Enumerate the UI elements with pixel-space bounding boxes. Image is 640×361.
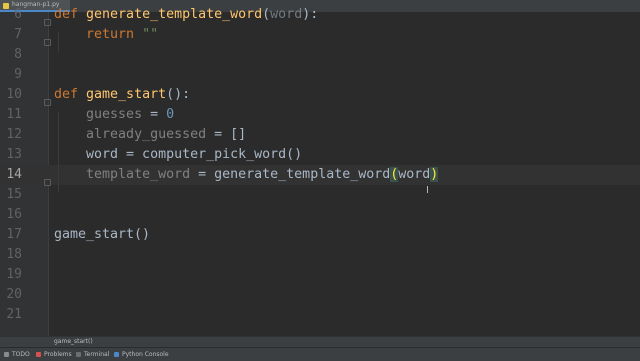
code-text: guesses = 0 [54,105,174,125]
line-number: 10 [6,87,22,102]
code-token: ): [302,7,319,22]
code-line[interactable]: 16 [0,205,640,225]
code-token: word = computer_pick_word() [54,147,303,162]
fold-marker-icon[interactable] [44,19,51,26]
code-line[interactable]: 13 word = computer_pick_word() [0,145,640,165]
line-number: 17 [6,227,22,242]
code-line[interactable]: 11 guesses = 0 [0,105,640,125]
breadcrumb-item[interactable]: game_start() [54,337,93,347]
line-number: 14 [6,167,22,182]
text-cursor-icon: I [426,185,429,196]
fold-marker-icon[interactable] [44,179,51,186]
tool-window-bar: TODO Problems Terminal Python Console [0,347,640,361]
code-line[interactable]: 15 [0,185,640,205]
code-line[interactable]: 9 [0,65,640,85]
code-token: = [] [206,127,247,142]
code-text: return "" [54,25,158,45]
code-line[interactable]: 20 [0,285,640,305]
todo-tool-button[interactable]: TODO [4,348,30,361]
code-line[interactable]: 12 already_guessed = [] [0,125,640,145]
line-number: 12 [6,127,22,142]
line-number: 13 [6,147,22,162]
code-editor[interactable]: 6 def generate_template_word(word): 7 retu… [0,7,640,336]
indent-guide [58,32,59,52]
code-token: "" [142,27,159,42]
code-line[interactable]: 8 [0,45,640,65]
code-token: = generate_template_word [190,167,391,182]
code-token: generate_template_word [86,7,263,22]
code-token: template_word [86,167,191,182]
code-token: = [142,107,167,122]
code-line[interactable]: 14 template_word = generate_template_wor… [0,165,640,185]
code-line[interactable]: 6 def generate_template_word(word): [0,5,640,25]
python-icon [114,352,119,357]
code-token: game_start [86,87,167,102]
code-line[interactable]: 18 [0,245,640,265]
code-token: ( [262,7,271,22]
line-number: 18 [6,247,22,262]
code-token: word [398,167,431,182]
code-text: def generate_template_word(word): [54,5,318,25]
code-line[interactable]: 10 def game_start(): [0,85,640,105]
code-text: template_word = generate_template_word(w… [54,165,439,185]
indent-guide [58,112,59,192]
line-number: 6 [14,7,22,22]
code-token: guesses [86,107,143,122]
line-number: 11 [6,107,22,122]
line-number: 9 [14,67,22,82]
problems-icon [36,352,41,357]
code-text: game_start() [54,225,150,245]
python-console-tool-button[interactable]: Python Console [114,348,169,361]
code-line[interactable]: 19 [0,265,640,285]
code-token: game_start() [54,227,151,242]
todo-icon [4,352,9,357]
line-number: 19 [6,267,22,282]
code-token: 0 [166,107,175,122]
breadcrumb[interactable]: game_start() [0,336,640,347]
line-number: 21 [6,307,22,322]
terminal-tool-button[interactable]: Terminal [76,348,109,361]
problems-tool-button[interactable]: Problems [36,348,72,361]
line-number: 15 [6,187,22,202]
code-token: def [54,7,87,22]
code-token: word [270,7,303,22]
fold-marker-icon[interactable] [44,39,51,46]
fold-marker-icon[interactable] [44,99,51,106]
code-text: def game_start(): [54,85,190,105]
code-token: ) [430,167,439,182]
terminal-icon [76,352,81,357]
code-token: def [54,87,87,102]
code-text: already_guessed = [] [54,125,246,145]
code-line[interactable]: 21 [0,305,640,325]
line-number: 16 [6,207,22,222]
code-line[interactable]: 7 return "" [0,25,640,45]
line-number: 8 [14,47,22,62]
code-line[interactable]: 17 game_start() [0,225,640,245]
line-number: 20 [6,287,22,302]
line-number: 7 [14,27,22,42]
code-token: return [86,27,143,42]
code-token: already_guessed [86,127,207,142]
code-text: word = computer_pick_word() [54,145,302,165]
code-token: (): [166,87,191,102]
